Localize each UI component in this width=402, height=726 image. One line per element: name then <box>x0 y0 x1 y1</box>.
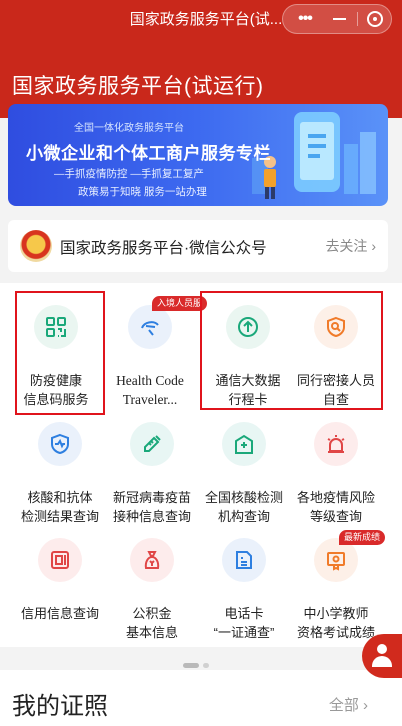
service-badge: 入境人员服 <box>152 296 208 311</box>
shield-pulse-icon <box>38 422 82 466</box>
service-nucleic-acid-results[interactable]: 核酸和抗体 检测结果查询 <box>14 412 106 524</box>
sim-card-icon <box>222 538 266 582</box>
service-label: 中小学教师 资格考试成绩 <box>296 606 375 640</box>
banner-main-text: 小微企业和个体工商户服务专栏 <box>26 144 271 163</box>
grid-page-dot <box>203 663 209 668</box>
alarm-icon <box>314 422 358 466</box>
service-itinerary-card[interactable]: 通信大数据 行程卡 <box>202 295 294 407</box>
service-label: 新冠病毒疫苗 接种信息查询 <box>112 490 191 524</box>
grid-page-dot-active <box>183 663 199 668</box>
service-badge: 最新成绩 <box>339 530 386 545</box>
service-health-code[interactable]: 防疫健康 信息码服务 <box>10 295 102 407</box>
shield-search-icon <box>314 305 358 349</box>
qr-code-icon <box>34 305 78 349</box>
official-account-name: 国家政务服务平台·微信公众号 <box>60 240 267 257</box>
banner-top-text: 全国一体化政务服务平台 <box>74 123 184 134</box>
official-account-card[interactable]: 国家政务服务平台·微信公众号 去关注 › <box>8 220 388 272</box>
service-health-code-traveler[interactable]: Health Code Traveler... <box>104 295 196 407</box>
banner-pagination <box>164 198 275 206</box>
national-emblem-icon <box>20 230 52 262</box>
service-label: 防疫健康 信息码服务 <box>23 373 89 407</box>
service-close-contact-check[interactable]: 同行密接人员 自查 <box>290 295 382 407</box>
my-licenses-section: 我的证照 全部 › <box>0 670 402 726</box>
hospital-icon <box>222 422 266 466</box>
service-label: 信用信息查询 <box>20 606 99 621</box>
section-title: 我的证照 <box>12 693 108 720</box>
service-label: 全国核酸检测 机构查询 <box>204 490 283 524</box>
user-service-fab[interactable] <box>362 634 402 678</box>
service-label: 通信大数据 行程卡 <box>215 373 281 407</box>
airplane-icon <box>128 305 172 349</box>
service-vaccination-info[interactable]: 新冠病毒疫苗 接种信息查询 <box>106 412 198 524</box>
service-label: 公积金 基本信息 <box>125 606 178 640</box>
minimize-icon[interactable] <box>321 5 357 33</box>
banner-subtext-2: 政策易于知晓 服务一站办理 <box>78 186 207 198</box>
arrow-up-circle-icon <box>226 305 270 349</box>
service-phone-card[interactable]: 电话卡 “一证通查” <box>198 528 290 640</box>
service-label: 电话卡 “一证通查” <box>213 606 275 640</box>
banner-subtext-1: —手抓疫情防控 —手抓复工复产 <box>54 168 204 180</box>
follow-button[interactable]: 去关注 › <box>325 236 376 256</box>
service-testing-institutions[interactable]: 全国核酸检测 机构查询 <box>198 412 290 524</box>
page-title: 国家政务服务平台(试运行) <box>12 75 264 98</box>
service-risk-level[interactable]: 各地疫情风险 等级查询 <box>290 412 382 524</box>
service-label: 各地疫情风险 等级查询 <box>296 490 375 524</box>
mini-program-capsule: ••• <box>282 4 392 34</box>
money-bag-icon <box>130 538 174 582</box>
close-target-icon[interactable] <box>357 5 393 33</box>
credit-book-icon <box>38 538 82 582</box>
syringe-icon <box>130 422 174 466</box>
service-label: 核酸和抗体 检测结果查询 <box>20 490 99 524</box>
promo-banner[interactable]: 全国一体化政务服务平台 小微企业和个体工商户服务专栏 —手抓疫情防控 —手抓复工… <box>8 104 388 206</box>
service-label: Health Code Traveler... <box>116 373 184 407</box>
service-credit-info[interactable]: 信用信息查询 <box>14 528 106 638</box>
view-all-button[interactable]: 全部 › <box>329 694 368 715</box>
service-label: 同行密接人员 自查 <box>296 373 375 407</box>
more-icon[interactable]: ••• <box>287 5 323 33</box>
service-housing-fund[interactable]: 公积金 基本信息 <box>106 528 198 640</box>
